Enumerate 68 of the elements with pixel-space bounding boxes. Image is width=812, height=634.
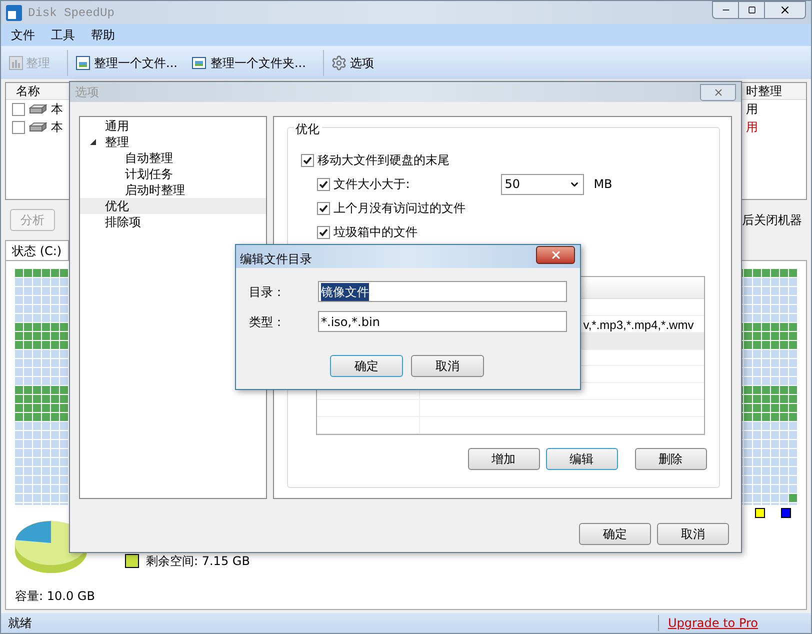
column-header: 时整理: [746, 83, 783, 100]
tree-item[interactable]: 自动整理: [80, 150, 266, 166]
checkbox[interactable]: [300, 154, 314, 166]
drive-status: 用: [746, 101, 759, 118]
table-action-button[interactable]: 增加: [468, 448, 540, 470]
tree-item[interactable]: 计划任务: [80, 166, 266, 182]
option-label: 移动大文件到硬盘的末尾: [318, 152, 450, 169]
table-action-button[interactable]: 删除: [634, 448, 707, 470]
legend-label: 剩余空间: 7.15 GB: [146, 553, 250, 570]
tree-item[interactable]: 排除项: [80, 214, 266, 230]
unit-label: MB: [594, 176, 612, 193]
option-label: 垃圾箱中的文件: [334, 224, 418, 241]
menu-item[interactable]: 文件: [11, 26, 35, 44]
checkbox[interactable]: [316, 202, 330, 214]
text-field[interactable]: 镜像文件: [318, 281, 567, 302]
checkbox[interactable]: [316, 226, 330, 238]
close-button[interactable]: [536, 246, 575, 264]
drive-name: 本: [51, 119, 63, 136]
image-file-icon: [191, 54, 208, 70]
toolbar-button[interactable]: 整理一个文件...: [73, 54, 180, 72]
tree-item[interactable]: 通用: [80, 118, 266, 134]
dialog-button[interactable]: 确定: [330, 355, 403, 377]
app-logo-icon: [6, 4, 22, 20]
column-header: 名称: [15, 83, 40, 100]
expand-arrow-icon[interactable]: [90, 139, 96, 145]
text-field[interactable]: *.iso,*.bin: [318, 311, 567, 332]
dialog-title: 编辑文件目录: [240, 251, 312, 268]
maximize-icon: [748, 6, 756, 14]
toolbar-button[interactable]: 整理一个文件夹...: [189, 54, 308, 72]
status-text: 就绪: [8, 615, 32, 632]
menu-item[interactable]: 帮助: [91, 26, 115, 44]
toolbar-button[interactable]: 选项: [328, 54, 376, 72]
tree-item[interactable]: 启动时整理: [80, 182, 266, 198]
chart-icon: [9, 56, 23, 70]
status-tab[interactable]: 状态 (C:): [5, 240, 69, 260]
menu-item[interactable]: 工具: [51, 26, 75, 44]
drive-icon: [29, 122, 47, 132]
close-icon: [550, 249, 562, 261]
group-title: 优化: [294, 120, 322, 138]
size-dropdown[interactable]: 50: [500, 174, 584, 194]
option-label: 文件大小大于:: [334, 176, 411, 193]
close-button[interactable]: [765, 1, 806, 19]
table-action-button[interactable]: 编辑: [546, 448, 618, 470]
dialog-button[interactable]: 取消: [657, 523, 729, 545]
checkbox[interactable]: [12, 102, 25, 116]
field-label: 目录：: [249, 284, 286, 300]
close-icon: [779, 4, 791, 16]
upgrade-link[interactable]: Upgrade to Pro: [668, 614, 758, 632]
tree-item[interactable]: 优化: [80, 198, 266, 214]
dialog-button[interactable]: 确定: [579, 523, 651, 545]
dialog-button[interactable]: 取消: [411, 355, 484, 377]
capacity-label: 容量: 10.0 GB: [15, 588, 96, 605]
window-title: Disk SpeedUp: [28, 4, 114, 22]
tree-item[interactable]: 整理: [80, 134, 266, 150]
checkbox[interactable]: [316, 178, 330, 190]
option-label: 上个月没有访问过的文件: [334, 200, 466, 217]
close-icon: [712, 86, 724, 98]
settings-icon: [330, 54, 347, 70]
maximize-button[interactable]: [739, 1, 765, 19]
dialog-title: 选项: [75, 84, 99, 101]
checkbox[interactable]: [12, 120, 25, 134]
document-icon: [75, 54, 91, 70]
drive-name: 本: [51, 101, 63, 118]
shutdown-option: 后关闭机器: [742, 211, 802, 229]
table-cell-text: v,*.mp3,*.mp4,*.wmv: [583, 316, 694, 332]
field-label: 类型：: [249, 314, 286, 330]
drive-status: 用: [746, 119, 759, 136]
drive-icon: [29, 104, 47, 114]
